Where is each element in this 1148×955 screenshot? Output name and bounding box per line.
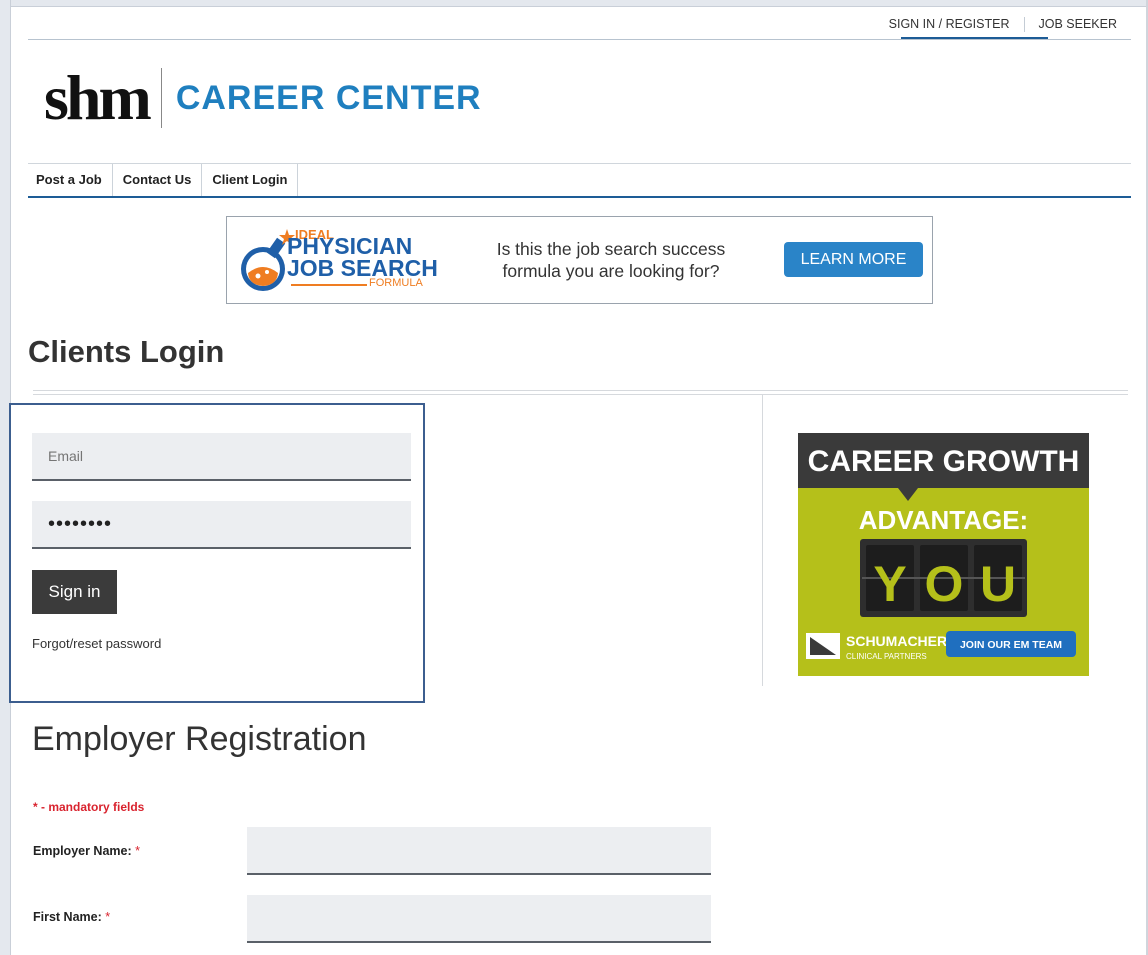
first-name-label: First Name: * xyxy=(33,910,110,924)
ad-headline: CAREER GROWTH xyxy=(808,445,1080,478)
nav-client-login[interactable]: Client Login xyxy=(202,164,299,196)
employer-name-label-text: Employer Name: xyxy=(33,844,132,858)
banner-ad[interactable]: IDEAL PHYSICIAN JOB SEARCH FORMULA Is th… xyxy=(226,216,933,304)
required-marker: * xyxy=(135,844,141,858)
learn-more-button[interactable]: LEARN MORE xyxy=(784,242,923,277)
forgot-password-link[interactable]: Forgot/reset password xyxy=(32,636,161,651)
main-nav: Post a Job Contact Us Client Login xyxy=(28,163,1131,198)
ad-brand: SCHUMACHER xyxy=(846,633,947,649)
required-marker: * xyxy=(105,910,111,924)
ad-letter-o: O xyxy=(925,556,964,612)
column-divider xyxy=(762,394,763,686)
ad-formula-text: FORMULA xyxy=(367,277,425,289)
utility-nav: SIGN IN / REGISTER JOB SEEKER xyxy=(28,14,1131,40)
signin-register-link[interactable]: SIGN IN / REGISTER xyxy=(875,17,1024,32)
password-value: •••••••• xyxy=(48,513,113,535)
ad-tagline: Is this the job search success formula y… xyxy=(481,238,741,282)
logo-divider xyxy=(160,68,162,128)
ad-tagline-line2: formula you are looking for? xyxy=(502,261,720,281)
logo-text: CAREER CENTER xyxy=(175,78,482,117)
employer-registration-title: Employer Registration xyxy=(32,720,367,758)
ad-letter-u: U xyxy=(980,556,1016,612)
active-link-indicator xyxy=(901,37,1048,39)
first-name-input[interactable] xyxy=(247,895,711,943)
ad-job-search-text: JOB SEARCH xyxy=(287,255,438,281)
logo-mark: shm xyxy=(44,62,152,133)
email-field[interactable] xyxy=(32,433,411,481)
nav-contact-us[interactable]: Contact Us xyxy=(113,164,203,196)
password-field[interactable]: •••••••• xyxy=(32,501,411,549)
employer-name-input[interactable] xyxy=(247,827,711,875)
sign-in-button[interactable]: Sign in xyxy=(32,570,117,614)
job-seeker-link[interactable]: JOB SEEKER xyxy=(1023,17,1132,32)
schumacher-logo-icon xyxy=(806,633,840,659)
ad-physician-text: PHYSICIAN xyxy=(287,233,413,259)
mandatory-note: * - mandatory fields xyxy=(33,800,145,814)
ad-tagline-line1: Is this the job search success xyxy=(496,239,726,259)
ad-letter-y: Y xyxy=(873,556,906,612)
site-logo[interactable]: shm CAREER CENTER xyxy=(44,62,482,133)
employer-name-label: Employer Name: * xyxy=(33,844,140,858)
title-divider xyxy=(33,390,1128,395)
page-title: Clients Login xyxy=(28,334,225,369)
ad-subhead: ADVANTAGE: xyxy=(859,505,1028,535)
nav-post-a-job[interactable]: Post a Job xyxy=(28,164,113,196)
ad-join-button[interactable]: JOIN OUR EM TEAM xyxy=(960,639,1062,651)
window-top-edge xyxy=(0,0,1148,7)
first-name-label-text: First Name: xyxy=(33,910,102,924)
ad-brand-sub: CLINICAL PARTNERS xyxy=(846,652,927,661)
career-growth-ad[interactable]: CAREER GROWTH ADVANTAGE: Y O U SCHUMACHE… xyxy=(798,433,1089,676)
